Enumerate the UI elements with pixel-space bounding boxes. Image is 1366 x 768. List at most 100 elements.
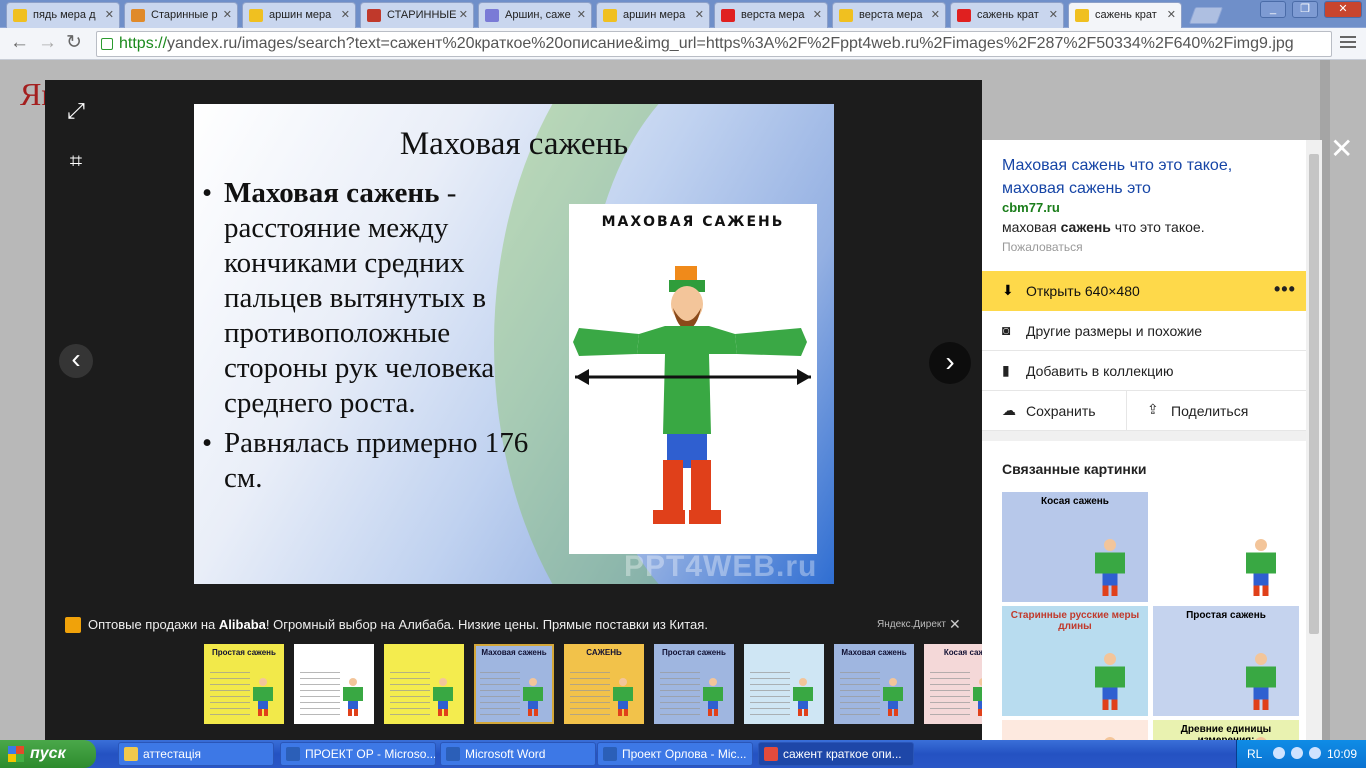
save-label: Сохранить: [1026, 403, 1096, 419]
close-tab-icon[interactable]: ✕: [105, 8, 114, 21]
thumbnail-figure: [343, 678, 363, 716]
taskbar-item-1[interactable]: ПРОЕКТ ОР - Microso...: [280, 742, 436, 766]
tab-7[interactable]: верста мера ✕: [832, 2, 946, 28]
tab-label: сажень крат: [1095, 9, 1157, 21]
yandex-images-icon: [249, 9, 263, 22]
folder-icon: [124, 747, 138, 761]
close-tab-icon[interactable]: ✕: [459, 8, 468, 21]
bookmark-icon: ▮: [1002, 362, 1010, 378]
ad-banner[interactable]: Оптовые продажи на Alibaba! Огромный выб…: [45, 606, 982, 644]
close-tab-icon[interactable]: ✕: [223, 8, 232, 21]
tab-1[interactable]: Старинные р ✕: [124, 2, 238, 28]
other-sizes-label: Другие размеры и похожие: [1026, 323, 1203, 339]
start-button[interactable]: пуск: [0, 740, 96, 768]
viewer-image[interactable]: Маховая сажень Маховая сажень - расстоян…: [194, 104, 834, 584]
other-sizes-button[interactable]: ◙ Другие размеры и похожие: [982, 311, 1306, 351]
close-tab-icon[interactable]: ✕: [341, 8, 350, 21]
related-image-0[interactable]: Косая сажень: [1002, 492, 1148, 602]
system-tray: RL 10:09: [1236, 740, 1366, 768]
result-description: маховая сажень что это такое.: [1002, 219, 1205, 235]
thumbnail-caption: Маховая сажень: [481, 648, 547, 657]
close-tab-icon[interactable]: ✕: [695, 8, 704, 21]
tab-4[interactable]: Аршин, саже ✕: [478, 2, 592, 28]
camera-icon: ◙: [1002, 322, 1011, 338]
reload-icon[interactable]: ↻: [66, 33, 82, 53]
new-tab-button[interactable]: [1188, 7, 1224, 24]
tab-0[interactable]: пядь мера д ✕: [6, 2, 120, 28]
result-site-link[interactable]: cbm77.ru: [1002, 200, 1060, 215]
crop-icon[interactable]: ⌗: [59, 144, 93, 178]
close-ad-icon[interactable]: ✕: [949, 616, 961, 633]
open-button[interactable]: ⬇ Открыть 640×480 •••: [982, 271, 1306, 311]
add-collection-button[interactable]: ▮ Добавить в коллекцию: [982, 351, 1306, 391]
related-image-3[interactable]: Простая сажень: [1153, 606, 1299, 716]
related-image-4[interactable]: [1002, 720, 1148, 740]
ad-text[interactable]: Оптовые продажи на Alibaba! Огромный выб…: [88, 617, 708, 632]
yandex-icon: [721, 9, 735, 22]
panel-scrollbar[interactable]: [1306, 140, 1322, 740]
slide-bullet-2: Равнялась примерно 176 см.: [202, 426, 562, 496]
related-images-heading: Связанные картинки: [1002, 461, 1147, 477]
tray-icon-1[interactable]: [1273, 747, 1285, 759]
result-title-link[interactable]: Маховая сажень что это такое, маховая са…: [1002, 154, 1297, 200]
forward-arrow-icon[interactable]: →: [38, 33, 57, 53]
related-image-5[interactable]: Древние единицы измерения:: [1153, 720, 1299, 740]
tab-9[interactable]: сажень крат ✕: [1068, 2, 1182, 29]
close-tab-icon[interactable]: ✕: [1049, 8, 1058, 21]
user-icon: [485, 9, 499, 22]
tab-2[interactable]: аршин мера ✕: [242, 2, 356, 28]
tab-strip: пядь мера д ✕ Старинные р ✕ аршин мера ✕ СТАРИ…: [0, 0, 1366, 29]
menu-icon[interactable]: [1340, 36, 1356, 51]
thumbnail-3[interactable]: Маховая сажень: [474, 644, 554, 724]
taskbar-item-0[interactable]: аттестація: [118, 742, 274, 766]
expand-icon[interactable]: ⤢: [59, 94, 93, 128]
tab-label: аршин мера: [623, 9, 686, 21]
thumbnail-7[interactable]: Маховая сажень: [834, 644, 914, 724]
panel-scrollbar-thumb[interactable]: [1309, 154, 1319, 634]
tray-icon-3[interactable]: [1309, 747, 1321, 759]
minimize-button[interactable]: _: [1260, 1, 1286, 18]
back-arrow-icon[interactable]: ←: [10, 33, 29, 53]
tray-icon-2[interactable]: [1291, 747, 1303, 759]
close-window-button[interactable]: ✕: [1324, 1, 1362, 18]
slide-figure: МАХОВАЯ САЖЕНЬ: [569, 204, 817, 554]
figure-caption: МАХОВАЯ САЖЕНЬ: [601, 214, 785, 230]
thumbnail-8[interactable]: Косая саж: [924, 644, 982, 724]
thumbnail-2[interactable]: [384, 644, 464, 724]
taskbar-item-3[interactable]: Проект Орлова - Mic...: [597, 742, 753, 766]
slide-bullet-1-text: - расстояние между кончиками средних пал…: [224, 177, 495, 419]
thumbnail-5[interactable]: Простая сажень: [654, 644, 734, 724]
taskbar-item-label: ПРОЕКТ ОР - Microso...: [305, 747, 436, 761]
thumbnail-caption: Простая сажень: [662, 648, 726, 657]
related-image-2[interactable]: Старинные русские меры длины: [1002, 606, 1148, 716]
previous-image-button[interactable]: ‹: [59, 344, 93, 378]
thumbnail-1[interactable]: [294, 644, 374, 724]
save-button[interactable]: ☁ Сохранить: [982, 391, 1126, 431]
language-indicator[interactable]: RL: [1247, 747, 1262, 761]
thumbnail-caption: САЖЕНЬ: [586, 648, 622, 657]
related-image-1[interactable]: [1153, 492, 1299, 602]
next-image-button[interactable]: ›: [929, 342, 971, 384]
thumbnail-6[interactable]: [744, 644, 824, 724]
close-tab-icon[interactable]: ✕: [1167, 8, 1176, 21]
more-icon[interactable]: •••: [1274, 279, 1296, 300]
close-tab-icon[interactable]: ✕: [813, 8, 822, 21]
tab-8[interactable]: сажень крат ✕: [950, 2, 1064, 28]
close-tab-icon[interactable]: ✕: [931, 8, 940, 21]
related-figure: [1095, 653, 1125, 710]
tab-3[interactable]: СТАРИННЫЕ ✕: [360, 2, 474, 28]
close-viewer-icon[interactable]: ✕: [1330, 134, 1353, 164]
thumbnail-0[interactable]: Простая сажень: [204, 644, 284, 724]
complain-link[interactable]: Пожаловаться: [1002, 240, 1083, 254]
thumbnail-4[interactable]: САЖЕНЬ: [564, 644, 644, 724]
address-bar[interactable]: https://yandex.ru/images/search?text=саж…: [96, 31, 1332, 57]
share-button[interactable]: ⇪ Поделиться: [1127, 391, 1306, 431]
taskbar-item-2[interactable]: Microsoft Word: [440, 742, 596, 766]
maximize-button[interactable]: ❐: [1292, 1, 1318, 18]
ad-source[interactable]: Яндекс.Директ: [877, 619, 946, 630]
tab-5[interactable]: аршин мера ✕: [596, 2, 710, 28]
thumbnail-text-lines: [390, 672, 430, 716]
close-tab-icon[interactable]: ✕: [577, 8, 586, 21]
taskbar-item-4[interactable]: сажент краткое опи...: [758, 742, 914, 766]
tab-6[interactable]: верста мера ✕: [714, 2, 828, 28]
